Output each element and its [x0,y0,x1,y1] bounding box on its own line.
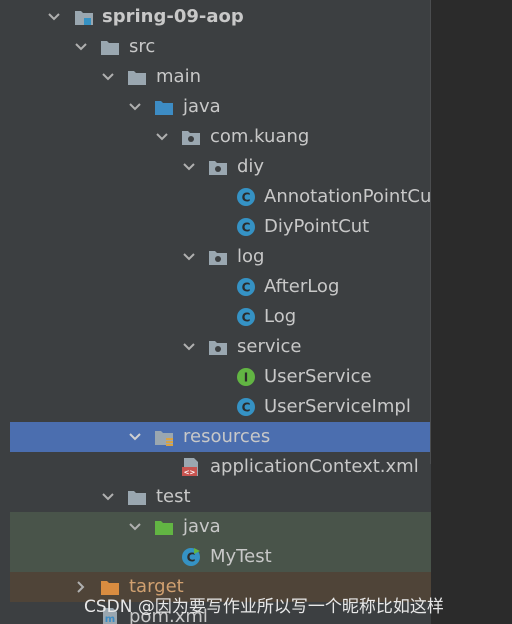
tree-row-main[interactable]: main [10,62,431,92]
package-icon [181,127,201,147]
svg-text:C: C [242,281,251,295]
chevron-down-icon[interactable] [128,422,142,452]
tree-row-test-class[interactable]: C MyTest [10,542,431,572]
tree-label: resources [183,426,271,447]
tree-label: MyTest [210,546,272,567]
folder-icon [127,487,147,507]
tree-label: DiyPointCut [264,216,370,237]
class-icon: C [236,187,256,207]
svg-text:C: C [242,191,251,205]
interface-icon: I [236,367,256,387]
chevron-down-icon[interactable] [155,122,169,152]
tree-label: log [237,246,265,267]
chevron-down-icon[interactable] [128,512,142,542]
tree-label: src [129,36,156,57]
class-icon: C [236,397,256,417]
tree-label: UserService [264,366,372,387]
chevron-down-icon[interactable] [182,332,196,362]
tree-row-class[interactable]: C AfterLog [10,272,431,302]
folder-icon [100,37,120,57]
tree-label: service [237,336,302,357]
tree-row-src[interactable]: src [10,32,431,62]
chevron-down-icon[interactable] [101,62,115,92]
tree-row-interface[interactable]: I UserService [10,362,431,392]
tree-label: applicationContext.xml [210,456,419,477]
test-class-icon: C [181,547,201,567]
tree-label: AnnotationPointCut [264,186,431,207]
package-icon [208,337,228,357]
chevron-down-icon[interactable] [182,242,196,272]
tree-label: spring-09-aop [102,6,244,27]
tree-row-test-java[interactable]: java [10,512,431,542]
chevron-down-icon[interactable] [101,482,115,512]
tree-label: AfterLog [264,276,340,297]
svg-text:C: C [242,311,251,325]
svg-text:C: C [242,221,251,235]
tree-label: com.kuang [210,126,310,147]
chevron-down-icon[interactable] [182,152,196,182]
tree-label: UserServiceImpl [264,396,411,417]
tree-scrollbar[interactable] [430,0,431,464]
source-folder-icon [154,97,174,117]
tree-row-test[interactable]: test [10,482,431,512]
class-icon: C [236,217,256,237]
editor-area [432,0,512,624]
class-icon: C [236,307,256,327]
watermark-text: CSDN @因为要写作业所以写一个昵称比如这样 [84,597,444,617]
tree-label: java [183,96,221,117]
package-icon [208,157,228,177]
tree-row-class[interactable]: C Log [10,302,431,332]
tree-row-package[interactable]: com.kuang [10,122,431,152]
tree-row-package[interactable]: diy [10,152,431,182]
chevron-down-icon[interactable] [47,2,61,32]
tree-row-class[interactable]: C DiyPointCut [10,212,431,242]
tree-row-java[interactable]: java [10,92,431,122]
svg-text:<>: <> [184,469,196,477]
tree-row-module[interactable]: spring-09-aop [10,2,431,32]
tree-row-file[interactable]: <> applicationContext.xml [10,452,431,482]
svg-text:I: I [244,371,248,385]
resources-folder-icon [154,427,174,447]
folder-icon [127,67,147,87]
chevron-down-icon[interactable] [74,32,88,62]
test-source-folder-icon [154,517,174,537]
chevron-down-icon[interactable] [128,92,142,122]
tree-row-resources[interactable]: resources [10,422,431,452]
xml-file-icon: <> [181,457,201,477]
tree-label: diy [237,156,265,177]
module-folder-icon [74,7,94,27]
tree-label: java [183,516,221,537]
package-icon [208,247,228,267]
tree-label: Log [264,306,297,327]
svg-text:C: C [242,401,251,415]
tree-row-class[interactable]: C AnnotationPointCut [10,182,431,212]
tree-label: test [156,486,191,507]
tree-label: main [156,66,201,87]
tree-row-package[interactable]: service [10,332,431,362]
tree-row-class[interactable]: C UserServiceImpl [10,392,431,422]
class-icon: C [236,277,256,297]
project-tree-panel: spring-09-aop src main java com.kuang di… [10,0,431,624]
tree-row-package[interactable]: log [10,242,431,272]
